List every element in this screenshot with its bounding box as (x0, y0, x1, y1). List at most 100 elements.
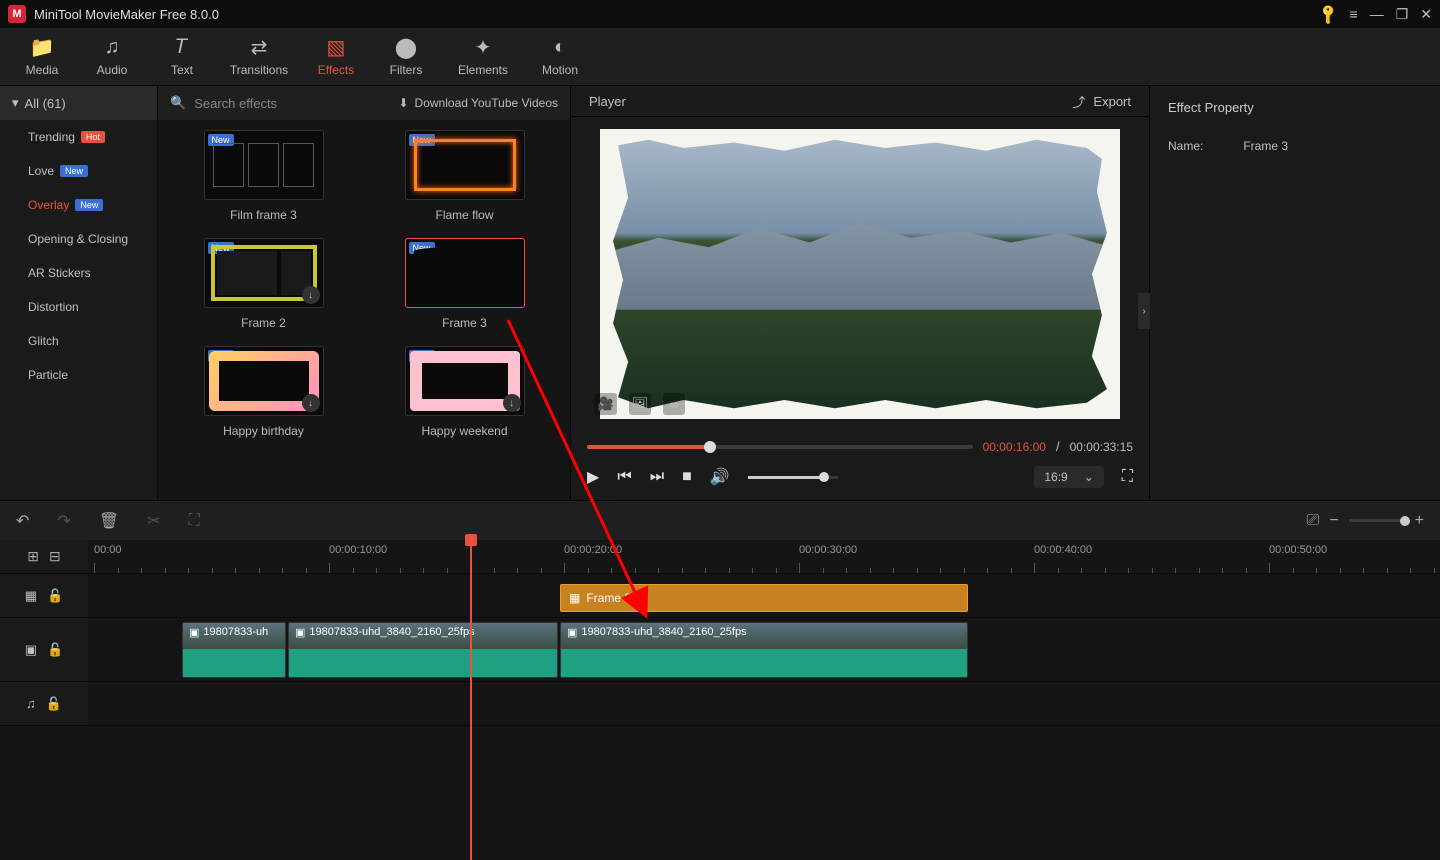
download-icon[interactable]: ↓ (302, 286, 320, 304)
tab-text[interactable]: 𝑇Text (148, 32, 216, 81)
time-total: 00:00:33:15 (1070, 440, 1133, 454)
download-youtube-link[interactable]: ⬇Download YouTube Videos (398, 96, 558, 110)
download-icon[interactable]: ↓ (302, 394, 320, 412)
aspect-ratio-select[interactable]: 16:9⌄ (1034, 466, 1103, 488)
category-love[interactable]: LoveNew (0, 154, 157, 188)
tab-audio[interactable]: ♫Audio (78, 32, 146, 81)
tab-transitions[interactable]: ⇄Transitions (218, 32, 300, 81)
tab-motion[interactable]: ◐Motion (526, 32, 594, 81)
add-track-icon[interactable]: ⊞ (27, 548, 39, 565)
minimize-button[interactable]: — (1370, 6, 1384, 22)
time-ruler[interactable]: 00:0000:00:10:0000:00:20:0000:00:30:0000… (88, 540, 1440, 573)
effect-film-frame-3[interactable]: NewFilm frame 3 (178, 130, 349, 222)
zoom-in-button[interactable]: + (1415, 512, 1424, 530)
category-glitch[interactable]: Glitch (0, 324, 157, 358)
collapse-panel-button[interactable]: › (1138, 293, 1150, 329)
fullscreen-button[interactable]: ⛶ (1122, 468, 1133, 486)
camera-icon[interactable]: 🎥 (595, 393, 617, 415)
redo-button[interactable]: ↷ (57, 511, 70, 531)
player-panel: Player ⤴Export 🎥 🖼 ∞ 00:00:16:00 / 00:00… (570, 86, 1150, 500)
folder-icon: 📁 (30, 37, 55, 59)
audio-track[interactable] (88, 682, 1440, 725)
clip-icon: ▣ (567, 626, 577, 639)
player-title: Player (589, 94, 626, 109)
audio-track-icon: ♫ (26, 696, 36, 711)
volume-slider[interactable] (748, 476, 838, 479)
category-overlay[interactable]: OverlayNew (0, 188, 157, 222)
prop-name-label: Name: (1168, 139, 1203, 153)
lock-icon[interactable]: 🔓 (46, 696, 62, 712)
video-track[interactable]: ▣19807833-uh ▣19807833-uhd_3840_2160_25f… (88, 618, 1440, 681)
badge-hot: Hot (81, 131, 105, 143)
category-ar-stickers[interactable]: AR Stickers (0, 256, 157, 290)
chevron-down-icon: ▾ (12, 95, 19, 111)
lock-icon[interactable]: 🔓 (47, 588, 63, 604)
zoom-slider[interactable] (1349, 519, 1405, 522)
text-icon: 𝑇 (176, 37, 189, 59)
category-list: ▾All (61) TrendingHot LoveNew OverlayNew… (0, 86, 158, 500)
filters-icon: ⬤ (395, 37, 417, 59)
lock-icon[interactable]: 🔓 (47, 642, 63, 658)
download-icon: ⬇ (398, 96, 408, 110)
prop-name-value: Frame 3 (1243, 139, 1288, 153)
category-particle[interactable]: Particle (0, 358, 157, 392)
stop-button[interactable]: ■ (682, 468, 692, 486)
video-clip-1[interactable]: ▣19807833-uh (182, 622, 286, 678)
app-icon: M (8, 5, 26, 23)
tab-effects[interactable]: ▧Effects (302, 32, 370, 81)
volume-icon[interactable]: 🔊 (710, 467, 730, 487)
video-track-icon: ▣ (25, 642, 37, 658)
titlebar: M MiniTool MovieMaker Free 8.0.0 🔑 ≡ — ❐… (0, 0, 1440, 28)
clip-icon: ▣ (189, 626, 199, 639)
effect-frame-2[interactable]: New↓Frame 2 (178, 238, 349, 330)
category-trending[interactable]: TrendingHot (0, 120, 157, 154)
delete-button[interactable]: 🗑 (99, 511, 119, 531)
effect-flame-flow[interactable]: NewFlame flow (379, 130, 550, 222)
browse-header: 🔍Search effects ⬇Download YouTube Videos (158, 86, 570, 120)
category-opening-closing[interactable]: Opening & Closing (0, 222, 157, 256)
fit-zoom-icon[interactable]: ⎚ (1307, 512, 1320, 530)
crop-button[interactable]: ⛶ (189, 512, 200, 530)
close-button[interactable]: ✕ (1420, 6, 1432, 23)
export-icon: ⤴ (1072, 92, 1085, 111)
effects-grid: NewFilm frame 3 NewFlame flow New↓Frame … (158, 120, 570, 500)
zoom-out-button[interactable]: − (1329, 512, 1338, 530)
snapshot-icon[interactable]: 🖼 (629, 393, 651, 415)
time-current: 00:00:16:00 (983, 440, 1046, 454)
effects-panel: ▾All (61) TrendingHot LoveNew OverlayNew… (0, 86, 570, 500)
prev-button[interactable]: ⏮ (617, 468, 631, 486)
menu-icon[interactable]: ≡ (1350, 6, 1358, 22)
motion-icon: ◐ (554, 37, 566, 59)
tab-media[interactable]: 📁Media (8, 32, 76, 81)
property-panel: › Effect Property Name: Frame 3 (1150, 86, 1440, 500)
clip-icon: ▦ (569, 591, 580, 605)
overlay-clip-frame3[interactable]: ▦Frame 3 (560, 584, 968, 612)
license-key-icon[interactable]: 🔑 (1317, 2, 1341, 26)
clip-icon: ▣ (295, 626, 305, 639)
effect-happy-weekend[interactable]: New↓Happy weekend (379, 346, 550, 438)
effect-frame-3[interactable]: NewFrame 3 (379, 238, 550, 330)
export-button[interactable]: ⤴Export (1072, 92, 1131, 111)
undo-button[interactable]: ↶ (16, 511, 29, 531)
search-input[interactable]: 🔍Search effects (170, 95, 277, 111)
download-icon[interactable]: ↓ (503, 394, 521, 412)
video-clip-2[interactable]: ▣19807833-uhd_3840_2160_25fps (288, 622, 558, 678)
next-button[interactable]: ⏭ (650, 468, 664, 486)
category-distortion[interactable]: Distortion (0, 290, 157, 324)
tab-filters[interactable]: ⬤Filters (372, 32, 440, 81)
video-clip-3[interactable]: ▣19807833-uhd_3840_2160_25fps (560, 622, 968, 678)
play-button[interactable]: ▶ (587, 467, 599, 487)
maximize-button[interactable]: ❐ (1396, 6, 1409, 23)
collapse-tracks-icon[interactable]: ⊟ (49, 548, 61, 565)
tab-elements[interactable]: ✦Elements (442, 32, 524, 81)
overlay-track[interactable]: ▦Frame 3 (88, 574, 1440, 617)
playhead[interactable] (470, 540, 472, 860)
effect-happy-birthday[interactable]: New↓Happy birthday (178, 346, 349, 438)
share-icon[interactable]: ∞ (663, 393, 685, 415)
music-icon: ♫ (105, 37, 120, 59)
seek-bar[interactable] (587, 445, 973, 449)
cut-button[interactable]: ✂ (147, 511, 160, 531)
timeline-toolbar: ↶ ↷ 🗑 ✂ ⛶ ⎚ − + (0, 500, 1440, 540)
category-all[interactable]: ▾All (61) (0, 86, 157, 120)
transition-icon: ⇄ (251, 37, 268, 59)
